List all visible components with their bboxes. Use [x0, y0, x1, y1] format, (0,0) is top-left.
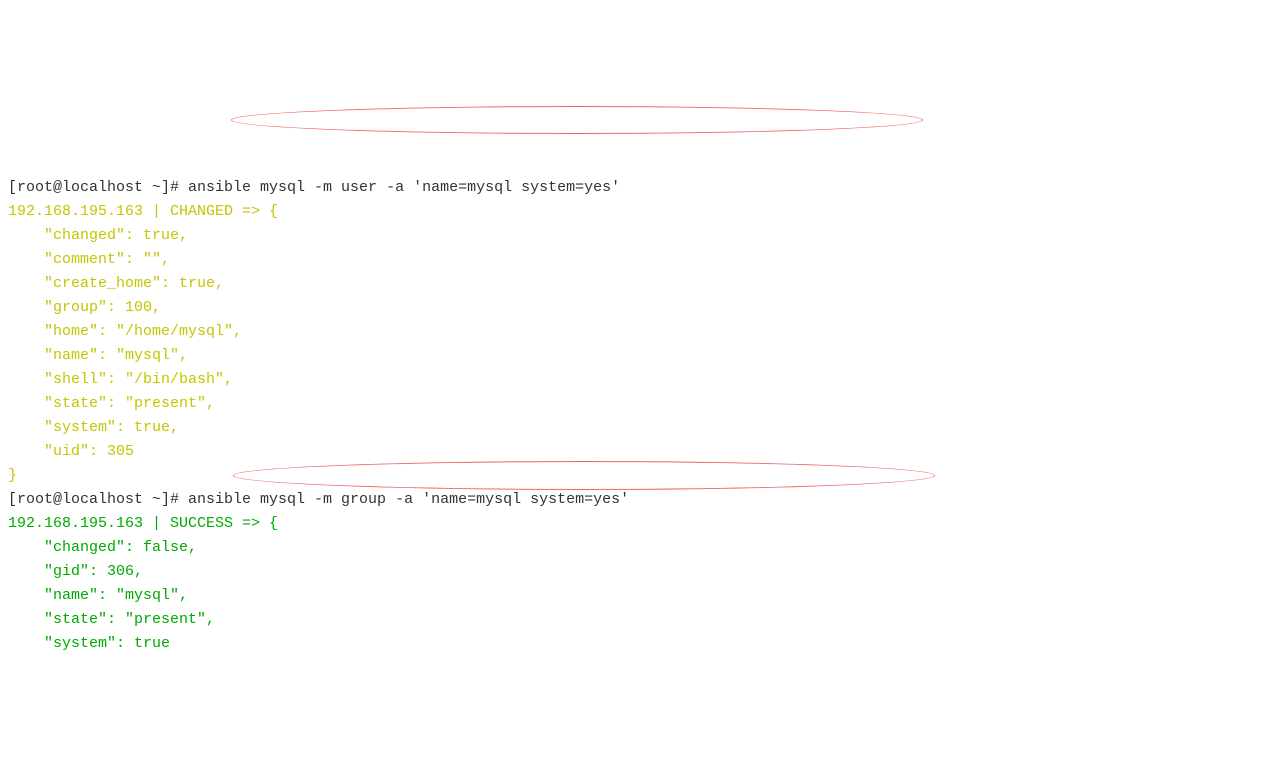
shell-prompt: [root@localhost ~]# [8, 491, 188, 508]
shell-prompt: [root@localhost ~]# [8, 179, 188, 196]
command-text: ansible mysql -m group -a 'name=mysql sy… [188, 491, 629, 508]
output-line: "name": "mysql", [8, 347, 188, 364]
highlight-ellipse-2 [233, 461, 935, 490]
output-line: "state": "present", [8, 611, 215, 628]
output-line: "state": "present", [8, 395, 215, 412]
output-line: "system": true [8, 635, 170, 652]
output-line: "create_home": true, [8, 275, 224, 292]
output-line: "home": "/home/mysql", [8, 323, 242, 340]
command-text: ansible mysql -m user -a 'name=mysql sys… [188, 179, 620, 196]
output-line: "group": 100, [8, 299, 161, 316]
output-line: "comment": "", [8, 251, 170, 268]
output-line: "shell": "/bin/bash", [8, 371, 233, 388]
output-close-brace: } [8, 467, 17, 484]
highlight-ellipse-1 [231, 106, 923, 134]
output-line: "name": "mysql", [8, 587, 188, 604]
output-line: "system": true, [8, 419, 179, 436]
output-line: "changed": true, [8, 227, 188, 244]
terminal-output: [root@localhost ~]# ansible mysql -m use… [8, 104, 1265, 656]
output-line: "gid": 306, [8, 563, 143, 580]
output-line: "changed": false, [8, 539, 197, 556]
result-header-changed: 192.168.195.163 | CHANGED => { [8, 203, 278, 220]
output-line: "uid": 305 [8, 443, 134, 460]
result-header-success: 192.168.195.163 | SUCCESS => { [8, 515, 278, 532]
